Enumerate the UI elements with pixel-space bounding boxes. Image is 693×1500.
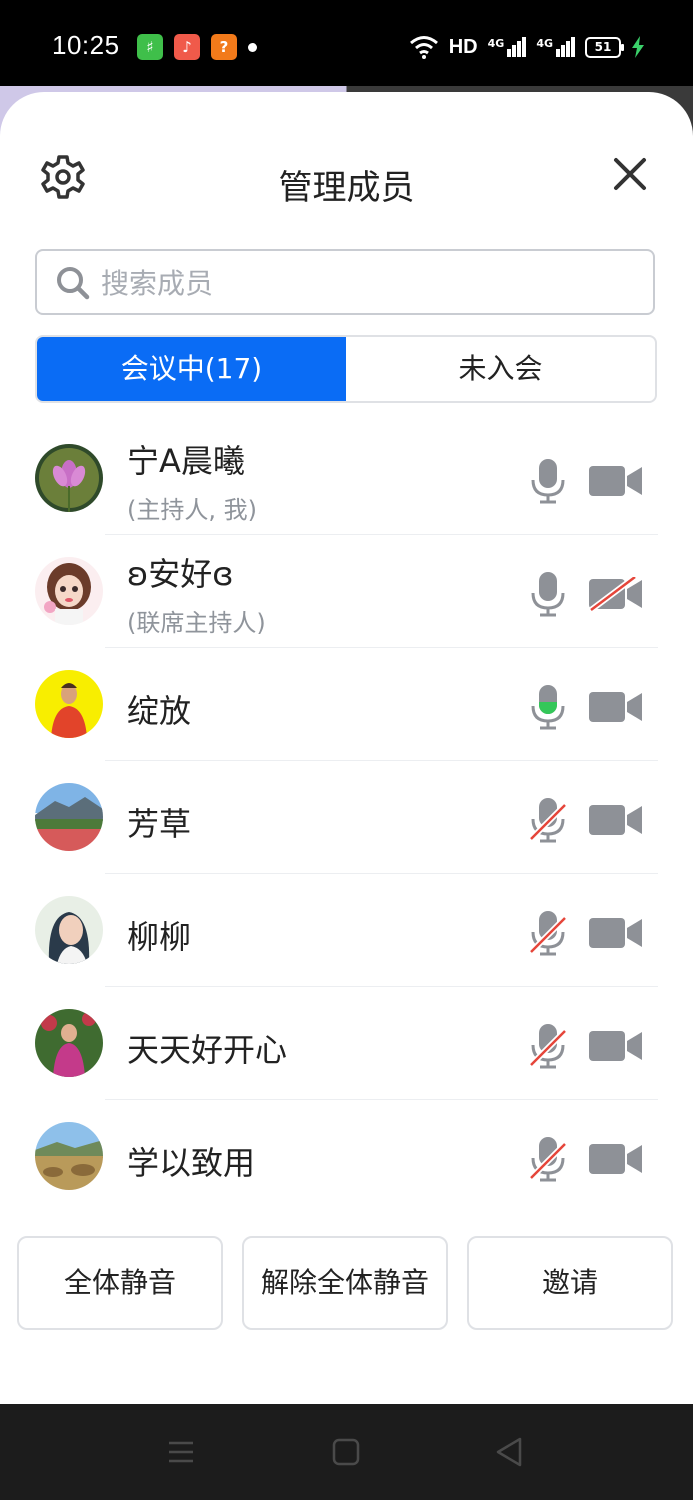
more-notifications-icon — [248, 43, 257, 52]
member-row[interactable]: 学以致用 — [0, 1100, 693, 1213]
avatar — [35, 557, 103, 625]
search-input[interactable] — [99, 259, 623, 307]
member-row[interactable]: 宁A晨曦 (主持人, 我) — [0, 422, 693, 535]
avatar — [35, 896, 103, 964]
video-camera-icon[interactable] — [589, 464, 643, 498]
signal-icon: 4G — [488, 37, 527, 57]
member-row[interactable]: ʚ安好ɞ (联席主持人) — [0, 535, 693, 648]
member-row[interactable]: 绽放 — [0, 648, 693, 761]
status-bar: 10:25 ♯ ♪ ? HD 4G 4G 51 — [0, 0, 693, 90]
avatar — [35, 783, 103, 851]
member-row[interactable]: 天天好开心 — [0, 987, 693, 1100]
member-name: 柳柳 — [127, 918, 192, 956]
mute-all-button[interactable]: 全体静音 — [17, 1236, 223, 1330]
status-time: 10:25 — [52, 30, 120, 60]
microphone-muted-icon[interactable] — [529, 1023, 567, 1069]
unmute-all-button[interactable]: 解除全体静音 — [242, 1236, 448, 1330]
avatar — [35, 1009, 103, 1077]
video-camera-icon[interactable] — [589, 690, 643, 724]
microphone-muted-icon[interactable] — [529, 797, 567, 843]
video-camera-off-icon[interactable] — [589, 577, 643, 611]
tab-in-meeting[interactable]: 会议中(17) — [37, 337, 346, 401]
video-camera-icon[interactable] — [589, 916, 643, 950]
hd-voice-icon: HD — [448, 35, 478, 58]
avatar — [35, 670, 103, 738]
invite-button[interactable]: 邀请 — [467, 1236, 673, 1330]
member-name: ʚ安好ɞ — [127, 555, 234, 593]
wifi-icon — [409, 36, 438, 59]
system-navigation-bar — [0, 1404, 693, 1500]
search-box — [35, 249, 655, 315]
microphone-muted-icon[interactable] — [529, 910, 567, 956]
menu-icon[interactable] — [163, 1434, 199, 1470]
microphone-muted-icon[interactable] — [529, 1136, 567, 1182]
avatar — [35, 1122, 103, 1190]
music-app-icon: ♪ — [174, 34, 200, 60]
member-row[interactable]: 柳柳 — [0, 874, 693, 987]
search-icon — [57, 267, 90, 300]
home-icon[interactable] — [328, 1434, 364, 1470]
tab-not-joined[interactable]: 未入会 — [346, 337, 655, 401]
action-bar: 全体静音 解除全体静音 邀请 — [17, 1236, 677, 1332]
member-name: 学以致用 — [127, 1144, 256, 1182]
video-camera-icon[interactable] — [589, 803, 643, 837]
close-icon[interactable] — [608, 152, 652, 196]
member-role: (主持人, 我) — [127, 496, 257, 524]
member-name: 天天好开心 — [127, 1031, 288, 1069]
back-icon[interactable] — [492, 1434, 528, 1470]
microphone-icon[interactable] — [529, 571, 567, 617]
sheet-header: 管理成员 — [0, 92, 693, 272]
charging-icon — [632, 36, 644, 58]
member-name: 芳草 — [127, 805, 192, 843]
app-notification-icon: ? — [211, 34, 237, 60]
microphone-icon[interactable] — [529, 458, 567, 504]
manage-members-sheet: 管理成员 会议中(17) 未入会 宁A晨曦 (主持人, 我) — [0, 92, 693, 1404]
video-camera-icon[interactable] — [589, 1029, 643, 1063]
avatar — [35, 444, 103, 512]
member-list: 宁A晨曦 (主持人, 我) ʚ安好ɞ (联席主持人) 绽放 芳草 柳柳 天天好开… — [0, 422, 693, 1213]
member-tabs: 会议中(17) 未入会 — [35, 335, 657, 403]
app-notification-icon: ♯ — [137, 34, 163, 60]
microphone-speaking-icon[interactable] — [529, 684, 567, 730]
member-name: 宁A晨曦 — [127, 442, 245, 480]
page-title: 管理成员 — [278, 168, 415, 208]
member-row[interactable]: 芳草 — [0, 761, 693, 874]
member-role: (联席主持人) — [127, 609, 266, 637]
battery-icon: 51 — [585, 36, 624, 58]
video-camera-icon[interactable] — [589, 1142, 643, 1176]
signal-icon: 4G — [536, 37, 575, 57]
member-name: 绽放 — [127, 692, 192, 730]
